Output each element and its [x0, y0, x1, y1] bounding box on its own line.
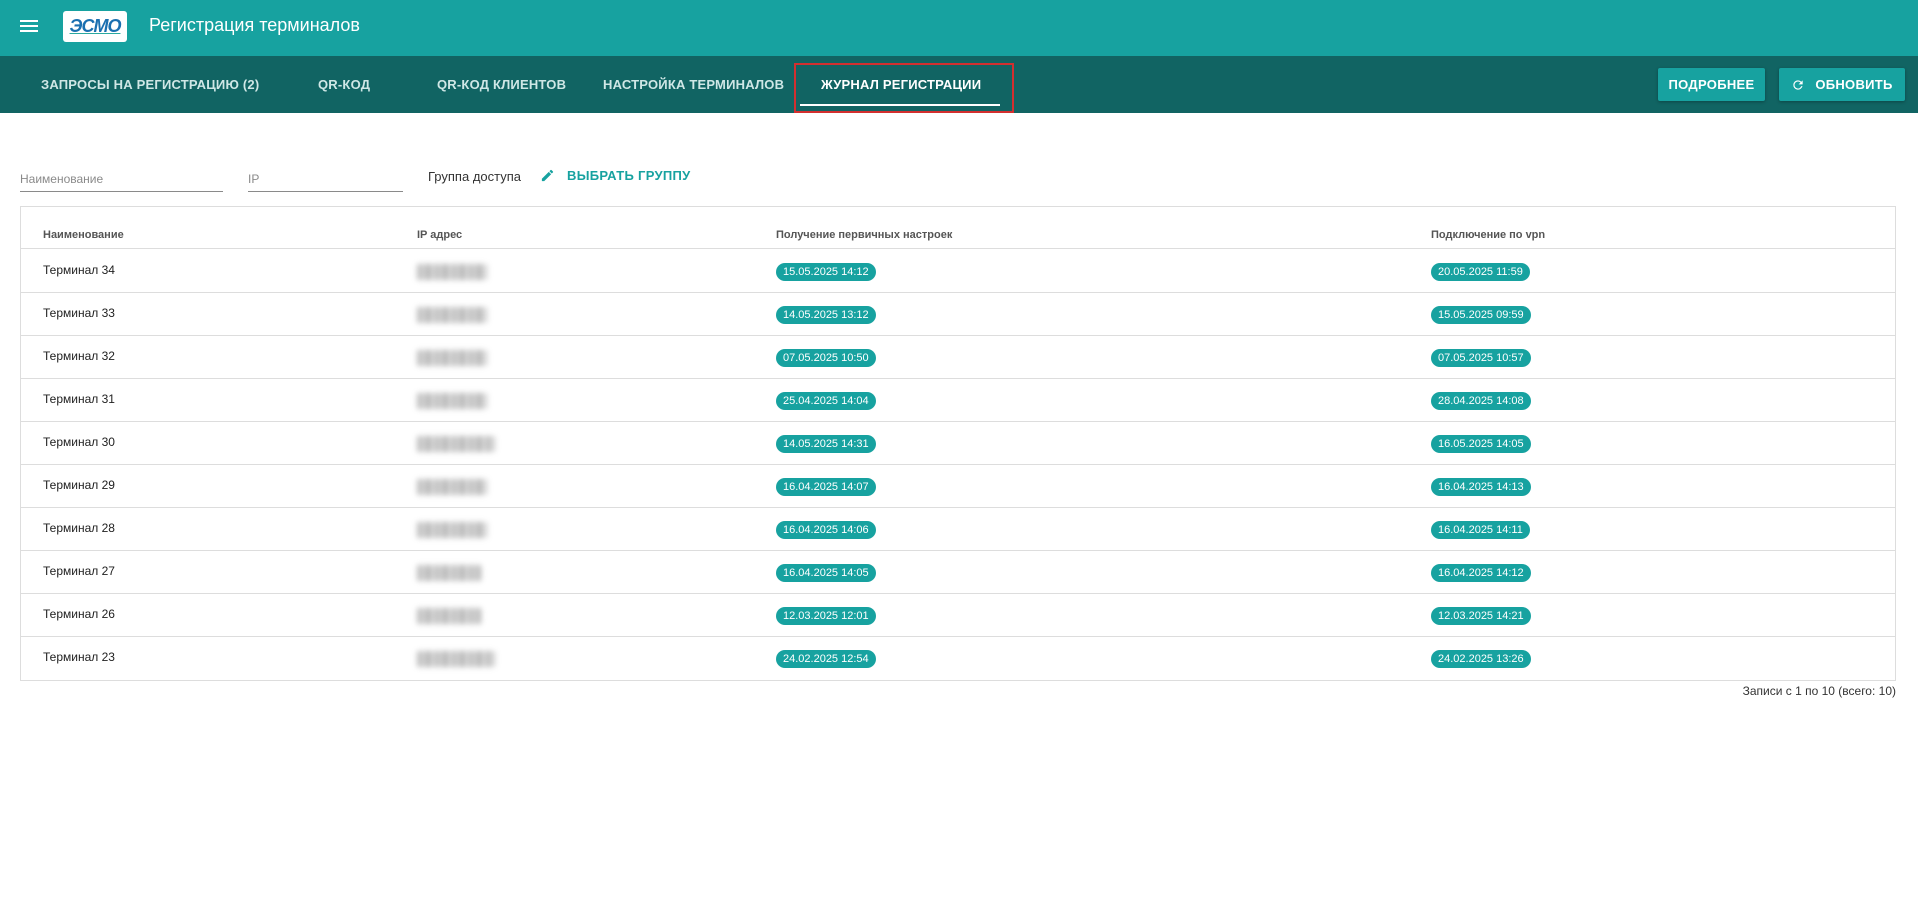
table-row[interactable]: Терминал 27 ███.██.██.██ 16.04.2025 14:0…: [21, 551, 1895, 594]
logo-text: ЭСМО: [69, 16, 122, 36]
ip-address-redacted: ███.██.██.██: [417, 264, 487, 280]
choose-group-button[interactable]: ВЫБРАТЬ ГРУППУ: [540, 168, 691, 183]
ip-address-redacted: ███.██.██.██: [417, 522, 487, 538]
settings-date-badge: 16.04.2025 14:05: [776, 564, 876, 582]
settings-date-badge: 15.05.2025 14:12: [776, 263, 876, 281]
logo: ЭСМО: [63, 11, 127, 42]
details-button[interactable]: ПОДРОБНЕЕ: [1658, 68, 1765, 101]
table-header: Наименование IP адрес Получение первичны…: [21, 207, 1895, 249]
tab-qr-code[interactable]: QR-КОД: [318, 56, 370, 113]
pagination-summary: Записи с 1 по 10 (всего: 10): [1742, 684, 1896, 698]
vpn-date-badge: 24.02.2025 13:26: [1431, 650, 1531, 668]
terminal-name: Терминал 32: [43, 349, 115, 363]
settings-date-badge: 25.04.2025 14:04: [776, 392, 876, 410]
vpn-date-badge: 16.05.2025 14:05: [1431, 435, 1531, 453]
ip-address: ███.██.██.██: [417, 350, 537, 366]
table-row[interactable]: Терминал 26 ███.██.██.██ 12.03.2025 12:0…: [21, 594, 1895, 637]
tab-client-qr-code[interactable]: QR-КОД КЛИЕНТОВ: [437, 56, 566, 113]
table-row[interactable]: Терминал 32 ███.██.██.██ 07.05.2025 10:5…: [21, 336, 1895, 379]
vpn-date-badge: 20.05.2025 11:59: [1431, 263, 1530, 281]
vpn-date-badge: 16.04.2025 14:11: [1431, 521, 1530, 539]
ip-address: ███.██.██.██: [417, 565, 537, 581]
ip-address: ███.██.██.██: [417, 608, 537, 624]
column-header-vpn[interactable]: Подключение по vpn: [1431, 229, 1545, 241]
ip-address-redacted: ███.██.██.██: [417, 651, 495, 667]
refresh-icon: [1793, 79, 1803, 90]
table-row[interactable]: Терминал 33 ███.██.██.██ 14.05.2025 13:1…: [21, 293, 1895, 336]
terminal-name: Терминал 33: [43, 306, 115, 320]
column-header-settings[interactable]: Получение первичных настроек: [776, 229, 952, 241]
ip-address: ███.██.██.██: [417, 264, 537, 280]
table-row[interactable]: Терминал 23 ███.██.██.██ 24.02.2025 12:5…: [21, 637, 1895, 680]
ip-address-redacted: ███.██.██.██: [417, 350, 487, 366]
terminal-name: Терминал 29: [43, 478, 115, 492]
ip-address-redacted: ███.██.██.██: [417, 479, 487, 495]
ip-address-redacted: ███.██.██.██: [417, 307, 487, 323]
terminal-name: Терминал 28: [43, 521, 115, 535]
ip-address-redacted: ███.██.██.██: [417, 608, 481, 624]
choose-group-label: ВЫБРАТЬ ГРУППУ: [567, 168, 691, 183]
table-row[interactable]: Терминал 28 ███.██.██.██ 16.04.2025 14:0…: [21, 508, 1895, 551]
settings-date-badge: 24.02.2025 12:54: [776, 650, 876, 668]
settings-date-badge: 16.04.2025 14:07: [776, 478, 876, 496]
vpn-date-badge: 28.04.2025 14:08: [1431, 392, 1531, 410]
ip-address-redacted: ███.██.██.██: [417, 565, 481, 581]
pencil-icon: [541, 169, 554, 182]
ip-filter-input[interactable]: [248, 166, 403, 192]
terminal-name: Терминал 27: [43, 564, 115, 578]
app-bar: ЭСМО Регистрация терминалов: [0, 0, 1918, 56]
terminal-name: Терминал 26: [43, 607, 115, 621]
column-header-ip[interactable]: IP адрес: [417, 229, 462, 241]
ip-address-redacted: ███.██.██.██: [417, 436, 495, 452]
settings-date-badge: 16.04.2025 14:06: [776, 521, 876, 539]
tab-highlight-frame: [794, 63, 1014, 113]
ip-address: ███.██.██.██: [417, 522, 537, 538]
terminal-name: Терминал 31: [43, 392, 115, 406]
tab-terminal-settings[interactable]: НАСТРОЙКА ТЕРМИНАЛОВ: [603, 56, 784, 113]
tab-registration-requests[interactable]: ЗАПРОСЫ НА РЕГИСТРАЦИЮ (2): [41, 56, 259, 113]
refresh-button-label: ОБНОВИТЬ: [1815, 77, 1893, 92]
ip-address: ███.██.██.██: [417, 393, 537, 409]
ip-address-redacted: ███.██.██.██: [417, 393, 487, 409]
table-row[interactable]: Терминал 34 ███.██.██.██ 15.05.2025 14:1…: [21, 250, 1895, 293]
terminal-name: Терминал 34: [43, 263, 115, 277]
ip-address: ███.██.██.██: [417, 479, 537, 495]
settings-date-badge: 12.03.2025 12:01: [776, 607, 876, 625]
vpn-date-badge: 07.05.2025 10:57: [1431, 349, 1531, 367]
refresh-button[interactable]: ОБНОВИТЬ: [1779, 68, 1905, 101]
ip-address: ███.██.██.██: [417, 307, 537, 323]
hamburger-menu-icon[interactable]: [20, 16, 42, 38]
ip-address: ███.██.██.██: [417, 651, 537, 667]
registration-log-table: Наименование IP адрес Получение первичны…: [20, 206, 1896, 681]
vpn-date-badge: 15.05.2025 09:59: [1431, 306, 1531, 324]
page-title: Регистрация терминалов: [149, 15, 360, 35]
terminal-name: Терминал 23: [43, 650, 115, 664]
name-filter-input[interactable]: [20, 166, 223, 192]
settings-date-badge: 07.05.2025 10:50: [776, 349, 876, 367]
table-row[interactable]: Терминал 30 ███.██.██.██ 14.05.2025 14:3…: [21, 422, 1895, 465]
settings-date-badge: 14.05.2025 13:12: [776, 306, 876, 324]
vpn-date-badge: 16.04.2025 14:12: [1431, 564, 1531, 582]
vpn-date-badge: 12.03.2025 14:21: [1431, 607, 1531, 625]
table-row[interactable]: Терминал 31 ███.██.██.██ 25.04.2025 14:0…: [21, 379, 1895, 422]
access-group-label: Группа доступа: [428, 169, 521, 184]
settings-date-badge: 14.05.2025 14:31: [776, 435, 876, 453]
terminal-name: Терминал 30: [43, 435, 115, 449]
column-header-name[interactable]: Наименование: [43, 229, 124, 241]
table-row[interactable]: Терминал 29 ███.██.██.██ 16.04.2025 14:0…: [21, 465, 1895, 508]
ip-address: ███.██.██.██: [417, 436, 537, 452]
vpn-date-badge: 16.04.2025 14:13: [1431, 478, 1531, 496]
